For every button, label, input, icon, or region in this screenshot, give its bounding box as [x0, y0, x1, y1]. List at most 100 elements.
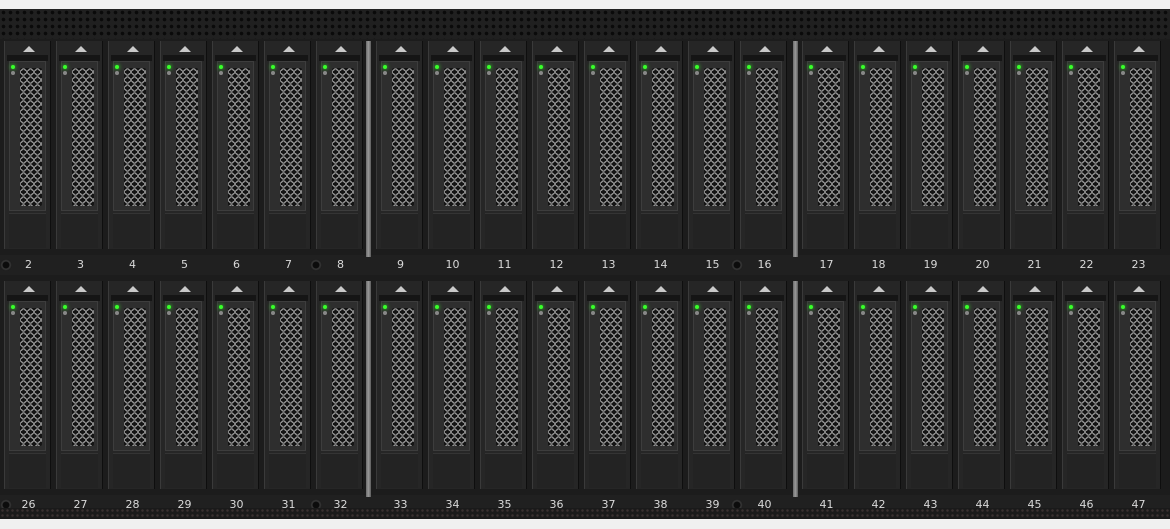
eject-arrow-icon[interactable]	[707, 286, 719, 292]
eject-arrow-icon[interactable]	[821, 46, 833, 52]
drive-tray[interactable]	[911, 301, 948, 451]
drive-tray[interactable]	[321, 301, 358, 451]
eject-arrow-icon[interactable]	[821, 286, 833, 292]
eject-arrow-icon[interactable]	[1133, 286, 1145, 292]
drive-bay[interactable]	[1010, 41, 1057, 249]
eject-arrow-icon[interactable]	[231, 286, 243, 292]
drive-latch[interactable]	[433, 213, 470, 248]
drive-bay[interactable]	[1114, 41, 1161, 249]
drive-tray[interactable]	[1067, 301, 1104, 451]
drive-bay[interactable]	[906, 281, 953, 489]
drive-tray[interactable]	[269, 301, 306, 451]
drive-bay[interactable]	[264, 41, 311, 249]
drive-latch[interactable]	[269, 213, 306, 248]
drive-tray[interactable]	[1119, 61, 1156, 211]
drive-latch[interactable]	[433, 453, 470, 488]
drive-bay[interactable]	[316, 41, 363, 249]
drive-tray[interactable]	[217, 301, 254, 451]
drive-tray[interactable]	[61, 301, 98, 451]
eject-arrow-icon[interactable]	[925, 286, 937, 292]
drive-bay[interactable]	[212, 41, 259, 249]
eject-arrow-icon[interactable]	[1081, 46, 1093, 52]
drive-bay[interactable]	[376, 281, 423, 489]
drive-bay[interactable]	[108, 41, 155, 249]
drive-bay[interactable]	[958, 41, 1005, 249]
drive-tray[interactable]	[381, 61, 418, 211]
eject-arrow-icon[interactable]	[977, 286, 989, 292]
drive-tray[interactable]	[693, 61, 730, 211]
drive-bay[interactable]	[740, 281, 787, 489]
drive-bay[interactable]	[906, 41, 953, 249]
drive-latch[interactable]	[217, 213, 254, 248]
eject-arrow-icon[interactable]	[977, 46, 989, 52]
drive-bay[interactable]	[316, 281, 363, 489]
drive-tray[interactable]	[165, 301, 202, 451]
drive-latch[interactable]	[381, 453, 418, 488]
drive-latch[interactable]	[1015, 213, 1052, 248]
drive-bay[interactable]	[160, 41, 207, 249]
drive-latch[interactable]	[9, 213, 46, 248]
drive-bay[interactable]	[108, 281, 155, 489]
eject-arrow-icon[interactable]	[1133, 46, 1145, 52]
drive-tray[interactable]	[641, 301, 678, 451]
drive-tray[interactable]	[433, 301, 470, 451]
drive-latch[interactable]	[381, 213, 418, 248]
eject-arrow-icon[interactable]	[1029, 46, 1041, 52]
drive-bay[interactable]	[264, 281, 311, 489]
drive-bay[interactable]	[160, 281, 207, 489]
drive-latch[interactable]	[269, 453, 306, 488]
drive-bay[interactable]	[854, 281, 901, 489]
drive-bay[interactable]	[1062, 281, 1109, 489]
eject-arrow-icon[interactable]	[1029, 286, 1041, 292]
drive-latch[interactable]	[485, 213, 522, 248]
drive-tray[interactable]	[807, 301, 844, 451]
drive-latch[interactable]	[321, 453, 358, 488]
drive-tray[interactable]	[859, 61, 896, 211]
eject-arrow-icon[interactable]	[1081, 286, 1093, 292]
eject-arrow-icon[interactable]	[335, 46, 347, 52]
drive-tray[interactable]	[641, 61, 678, 211]
drive-bay[interactable]	[688, 41, 735, 249]
drive-bay[interactable]	[532, 281, 579, 489]
drive-latch[interactable]	[807, 453, 844, 488]
eject-arrow-icon[interactable]	[395, 286, 407, 292]
drive-latch[interactable]	[963, 453, 1000, 488]
eject-arrow-icon[interactable]	[655, 286, 667, 292]
drive-tray[interactable]	[745, 61, 782, 211]
drive-tray[interactable]	[589, 301, 626, 451]
eject-arrow-icon[interactable]	[551, 46, 563, 52]
eject-arrow-icon[interactable]	[75, 286, 87, 292]
drive-latch[interactable]	[859, 453, 896, 488]
eject-arrow-icon[interactable]	[925, 46, 937, 52]
drive-latch[interactable]	[113, 213, 150, 248]
drive-latch[interactable]	[911, 453, 948, 488]
drive-tray[interactable]	[1015, 61, 1052, 211]
eject-arrow-icon[interactable]	[707, 46, 719, 52]
drive-latch[interactable]	[485, 453, 522, 488]
drive-latch[interactable]	[537, 453, 574, 488]
drive-bay[interactable]	[212, 281, 259, 489]
drive-latch[interactable]	[217, 453, 254, 488]
drive-latch[interactable]	[589, 453, 626, 488]
drive-tray[interactable]	[381, 301, 418, 451]
drive-latch[interactable]	[963, 213, 1000, 248]
eject-arrow-icon[interactable]	[23, 286, 35, 292]
drive-bay[interactable]	[584, 41, 631, 249]
eject-arrow-icon[interactable]	[179, 46, 191, 52]
eject-arrow-icon[interactable]	[127, 286, 139, 292]
drive-tray[interactable]	[1015, 301, 1052, 451]
drive-bay[interactable]	[480, 281, 527, 489]
drive-latch[interactable]	[807, 213, 844, 248]
drive-bay[interactable]	[1114, 281, 1161, 489]
drive-latch[interactable]	[321, 213, 358, 248]
eject-arrow-icon[interactable]	[551, 286, 563, 292]
drive-latch[interactable]	[9, 453, 46, 488]
drive-bay[interactable]	[854, 41, 901, 249]
drive-latch[interactable]	[1015, 453, 1052, 488]
drive-latch[interactable]	[1067, 453, 1104, 488]
eject-arrow-icon[interactable]	[283, 46, 295, 52]
drive-tray[interactable]	[113, 61, 150, 211]
drive-bay[interactable]	[802, 41, 849, 249]
eject-arrow-icon[interactable]	[127, 46, 139, 52]
drive-tray[interactable]	[537, 301, 574, 451]
